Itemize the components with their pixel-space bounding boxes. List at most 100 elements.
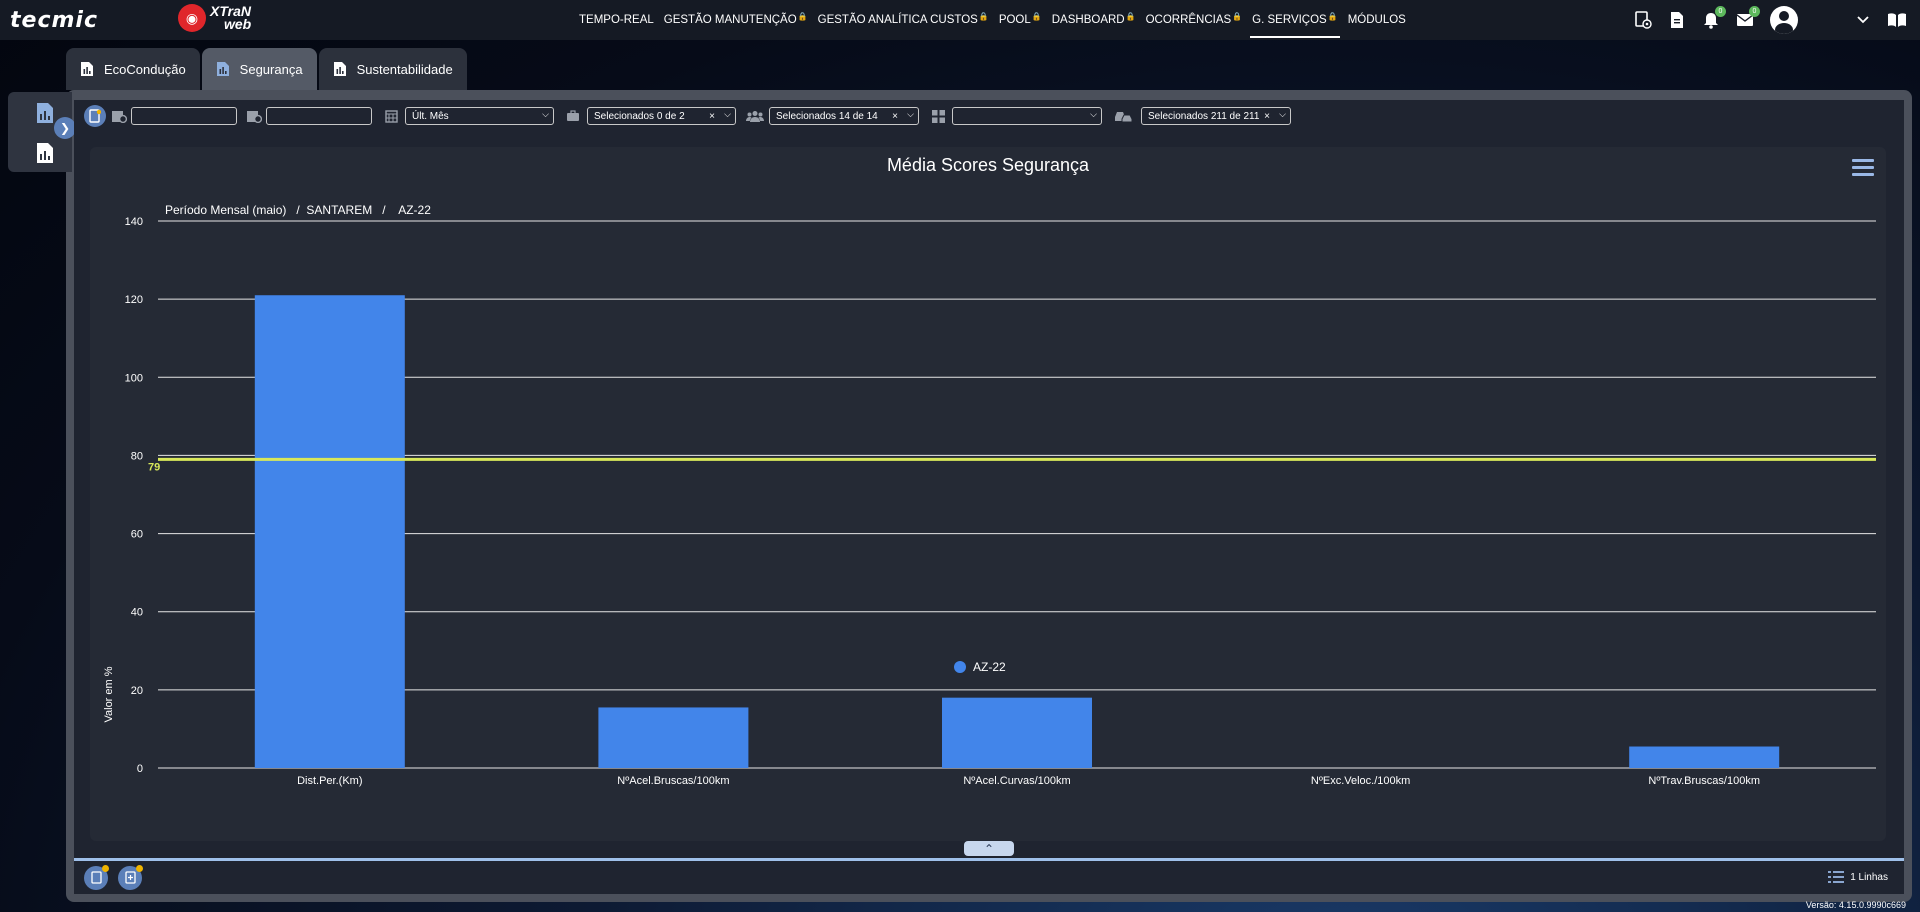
nav-item-7[interactable]: MÓDULOS [1343,0,1411,40]
tab-label: Sustentabilidade [356,61,453,77]
tecmic-logo[interactable]: tecmic [10,8,98,33]
nav-item-0[interactable]: TEMPO-REAL [574,0,659,40]
nav-item-2[interactable]: GESTÃO ANALÍTICA CUSTOS 🔒 [813,0,994,40]
period-select-value: Últ. Mês [412,110,449,122]
document-icon[interactable] [1666,9,1688,31]
nav-item-label: TEMPO-REAL [579,14,654,26]
category-select[interactable]: ⌵ [952,107,1102,125]
bell-count-badge: 0 [1715,6,1726,17]
lock-icon: 🔒 [1125,11,1136,21]
collapse-panel-chevron-up-icon[interactable]: ⌃ [964,841,1014,856]
date-from-calendar-icon [110,107,128,125]
period-select[interactable]: Últ. Mês ⌵ [405,107,554,125]
nav-item-6[interactable]: G. SERVIÇOS 🔒 [1247,0,1343,40]
module-tabs: EcoCondução Segurança Sustentabilidade [66,48,469,90]
report-tab-icon [81,62,93,76]
main-nav: TEMPO-REAL GESTÃO MANUTENÇÃO 🔒 GESTÃO ANALÍ… [574,0,1411,40]
tab-label: Segurança [239,61,303,77]
xtranweb-logo[interactable]: ◉ XTraN web [178,4,251,32]
nav-item-label: DASHBOARD [1051,14,1125,26]
legend-marker[interactable] [954,661,966,673]
date-to-input[interactable] [266,107,372,125]
rows-count[interactable]: 1 Linhas [1828,871,1888,883]
grid-apps-icon [929,107,947,125]
chart-card: Média Scores Segurança Período Mensal (m… [90,147,1886,841]
add-report-icon[interactable] [118,864,143,890]
bar-chart: 0 20 40 60 80 100 120 140 Valor em % Dist.Per.(Km… [103,216,1876,787]
manual-book-icon[interactable] [1886,9,1908,31]
nav-item-label: MÓDULOS [1347,14,1406,26]
bar[interactable] [942,697,1092,768]
y-tick-label: 0 [137,763,143,775]
filter-bar: Últ. Mês ⌵ Selecionados 0 de 2 × ⌵ Selecion… [84,103,1299,129]
chevron-right-icon[interactable]: ❯ [54,117,76,139]
top-right-toolbar: 0 0 [1626,0,1920,40]
vehicles-icon [1112,107,1134,125]
clear-vehicles-icon[interactable]: × [1264,111,1270,122]
briefcase-icon [564,107,582,125]
bar[interactable] [598,707,749,768]
groups-select-value: Selecionados 14 de 14 [776,110,878,122]
nav-item-label: G. SERVIÇOS [1252,14,1327,26]
users-group-icon [746,107,764,125]
top-navbar: tecmic ◉ XTraN web TEMPO-REAL GESTÃO MANUT… [0,0,1920,40]
report-tab-icon [216,62,229,76]
chevron-down-icon: ⌵ [1090,109,1097,119]
chevron-down-icon: ⌵ [542,109,549,119]
calendar-icon [382,107,400,125]
filter-settings-icon[interactable] [84,105,106,127]
tab-0[interactable]: EcoCondução [66,48,200,90]
web-logo-text: web [224,16,252,32]
notifications-bell-icon[interactable]: 0 [1700,6,1726,31]
nav-item-label: GESTÃO MANUTENÇÃO [663,14,797,26]
vehicles-select-value: Selecionados 211 de 211 [1148,110,1260,122]
tab-2[interactable]: Sustentabilidade [318,48,467,90]
export-report-icon[interactable] [84,864,109,890]
user-avatar-icon[interactable] [1770,6,1798,34]
x-tick-label: NºAcel.Bruscas/100km [617,775,729,787]
clear-clients-icon[interactable]: × [709,111,715,122]
date-to-calendar-icon [245,107,263,125]
lock-icon: 🔒 [1232,11,1243,21]
lock-icon: 🔒 [1327,11,1338,21]
report-tab-icon [333,62,346,76]
chevron-down-icon[interactable] [1852,9,1874,31]
nav-item-3[interactable]: POOL 🔒 [994,0,1047,40]
y-tick-label: 20 [131,685,143,697]
nav-item-label: POOL [998,14,1031,26]
lock-icon: 🔒 [1031,11,1042,21]
report-settings-icon[interactable] [1632,9,1654,31]
nav-item-5[interactable]: OCORRÊNCIAS 🔒 [1141,0,1248,40]
lock-icon: 🔒 [978,11,989,21]
nav-item-1[interactable]: GESTÃO MANUTENÇÃO 🔒 [659,0,813,40]
y-tick-label: 60 [131,529,143,541]
reference-line-label: 79 [148,461,160,473]
vehicles-select[interactable]: Selecionados 211 de 211 × ⌵ [1141,107,1291,125]
tab-1[interactable]: Segurança [201,48,317,90]
y-tick-label: 140 [125,216,143,228]
bar[interactable] [254,295,405,768]
report-chart-icon-2[interactable] [30,138,60,168]
chevron-down-icon: ⌵ [1279,109,1286,119]
bar[interactable] [1629,746,1780,768]
xtran-logo-badge-icon: ◉ [178,4,206,32]
rows-count-label: 1 Linhas [1850,871,1888,883]
report-footer: 1 Linhas [74,861,1904,894]
nav-item-4[interactable]: DASHBOARD 🔒 [1047,0,1141,40]
date-from-input[interactable] [131,107,237,125]
clients-select-value: Selecionados 0 de 2 [594,110,685,122]
legend-label[interactable]: AZ-22 [973,660,1006,674]
x-tick-label: NºTrav.Bruscas/100km [1648,775,1760,787]
x-tick-label: Dist.Per.(Km) [297,775,362,787]
messages-mail-icon[interactable]: 0 [1734,6,1760,31]
y-tick-label: 40 [131,607,143,619]
clients-select[interactable]: Selecionados 0 de 2 × ⌵ [587,107,736,125]
app-version: Versão: 4.15.0.9990c669 [1805,900,1906,910]
lock-icon: 🔒 [797,11,808,21]
groups-select[interactable]: Selecionados 14 de 14 × ⌵ [769,107,919,125]
x-tick-label: NºExc.Veloc./100km [1311,775,1410,787]
tab-label: EcoCondução [104,61,186,77]
y-tick-label: 100 [125,372,143,384]
clear-groups-icon[interactable]: × [892,111,898,122]
y-tick-label: 80 [131,450,143,462]
